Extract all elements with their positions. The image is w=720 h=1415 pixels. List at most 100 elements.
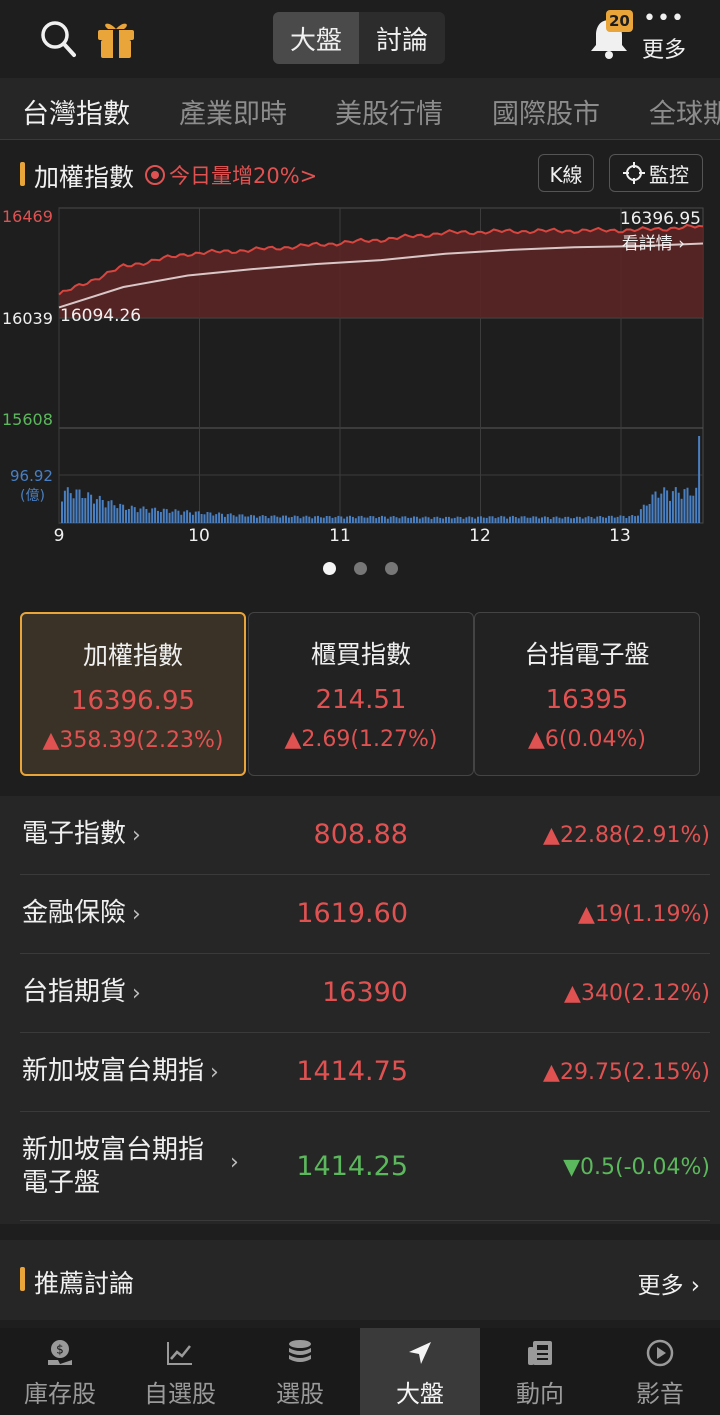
row-change: ▲29.75(2.15%)	[543, 1060, 710, 1085]
volume-bar	[258, 516, 261, 523]
list-item[interactable]: 新加坡富台期指 › 1414.75 ▲29.75(2.15%)	[0, 1033, 720, 1112]
kline-button[interactable]: K線	[538, 154, 594, 192]
row-value: 1414.25	[296, 1151, 408, 1182]
volume-bar	[302, 516, 305, 523]
page-dot[interactable]	[353, 562, 367, 575]
volume-bar	[174, 509, 177, 523]
volume-bar	[305, 515, 308, 523]
target-icon	[145, 165, 165, 185]
more-button[interactable]: ••• 更多	[638, 8, 690, 64]
volume-bar	[267, 518, 270, 523]
index-card-taiex[interactable]: 加權指數 16396.95 ▲358.39(2.23%)	[20, 612, 246, 776]
volume-bar	[351, 516, 354, 523]
chevron-right-icon: ›	[132, 823, 141, 848]
volume-bar	[549, 519, 552, 523]
tab-global-futures[interactable]: 全球期	[649, 92, 720, 131]
tab-industry-realtime[interactable]: 產業即時	[179, 92, 287, 131]
nav-videos[interactable]: 影音	[600, 1328, 720, 1415]
volume-bar	[279, 517, 282, 523]
nav-market[interactable]: 大盤	[360, 1328, 480, 1415]
recommend-more-link[interactable]: 更多 ›	[637, 1266, 700, 1300]
volume-bar	[285, 515, 287, 523]
volume-bar	[590, 517, 593, 523]
volume-bar	[235, 516, 238, 523]
navigation-arrow-icon	[409, 1342, 431, 1364]
list-item[interactable]: 台指期貨 › 16390 ▲340(2.12%)	[0, 954, 720, 1033]
index-card-otc[interactable]: 櫃買指數 214.51 ▲2.69(1.27%)	[248, 612, 474, 776]
view-detail-link[interactable]: 看詳情 ›	[622, 234, 685, 254]
volume-bar	[610, 515, 613, 523]
volume-bar	[381, 515, 383, 523]
search-icon[interactable]	[40, 20, 76, 58]
nav-label: 動向	[516, 1380, 564, 1408]
nav-stock-picker[interactable]: 選股	[240, 1328, 360, 1415]
x-tick-label: 11	[329, 526, 351, 546]
nav-watchlist[interactable]: 自選股	[120, 1328, 240, 1415]
volume-bar	[456, 516, 459, 523]
volume-bar	[360, 515, 363, 523]
chevron-right-icon: ›	[132, 902, 141, 927]
tab-taiwan-index[interactable]: 台灣指數	[22, 92, 130, 131]
volume-bar	[375, 518, 378, 523]
nav-label: 影音	[636, 1380, 684, 1408]
nav-portfolio[interactable]: $ 庫存股	[0, 1328, 120, 1415]
volume-bar	[328, 516, 331, 523]
index-card-electronic-futures[interactable]: 台指電子盤 16395 ▲6(0.04%)	[474, 612, 700, 776]
volume-bar	[578, 516, 581, 523]
volume-bar	[264, 516, 267, 523]
tab-international-markets[interactable]: 國際股市	[492, 92, 600, 131]
index-list: 電子指數 › 808.88 ▲22.88(2.91%) 金融保險 › 1619.60…	[0, 796, 720, 1224]
volume-bar	[567, 516, 570, 523]
volume-bar	[154, 507, 157, 523]
volume-increase-link[interactable]: 今日量增20%>	[145, 160, 317, 190]
volume-bar	[276, 516, 279, 523]
section-accent-bar	[20, 1267, 25, 1291]
volume-bar	[75, 489, 78, 523]
volume-bar	[189, 512, 191, 523]
chevron-right-icon: ›	[230, 1150, 239, 1175]
volume-bar	[532, 516, 535, 523]
row-name: 電子指數 ›	[22, 819, 141, 849]
volume-bar	[203, 514, 206, 523]
volume-bar	[570, 518, 573, 523]
volume-bar	[241, 514, 244, 523]
list-item[interactable]: 金融保險 › 1619.60 ▲19(1.19%)	[0, 875, 720, 954]
volume-bar	[404, 516, 407, 523]
card-name: 加權指數	[82, 641, 183, 670]
volume-bar	[657, 497, 660, 523]
volume-bar	[186, 510, 189, 523]
row-change: ▲19(1.19%)	[578, 902, 710, 927]
volume-bar	[145, 509, 148, 523]
page-dot[interactable]	[384, 562, 398, 575]
volume-bar	[628, 516, 631, 523]
page-dot[interactable]	[322, 562, 336, 575]
volume-bar	[314, 516, 317, 523]
segment-market-button[interactable]: 大盤	[273, 12, 359, 64]
volume-bar	[669, 500, 671, 523]
volume-bar	[415, 516, 418, 523]
list-item[interactable]: 電子指數 › 808.88 ▲22.88(2.91%)	[0, 796, 720, 875]
volume-bar	[386, 518, 389, 523]
volume-bar	[183, 511, 186, 523]
volume-bar	[631, 515, 634, 523]
monitor-button[interactable]: 監控	[609, 154, 703, 192]
index-intraday-chart[interactable]: 16469 16039 15608 16094.26 16396.95 看詳情 …	[0, 200, 720, 552]
volume-bar	[322, 517, 325, 523]
volume-bar	[439, 517, 442, 523]
volume-bar	[395, 517, 398, 523]
x-tick-label: 10	[188, 526, 210, 546]
volume-bar	[555, 516, 558, 523]
list-item[interactable]: 新加坡富台期指 電子盤 › 1414.25 ▼0.5(-0.04%)	[0, 1112, 720, 1222]
volume-bar	[215, 514, 218, 523]
volume-bar	[485, 517, 488, 523]
nav-news[interactable]: 動向	[480, 1328, 600, 1415]
volume-bar	[494, 518, 497, 523]
gift-icon[interactable]	[96, 18, 136, 60]
segment-discussion-button[interactable]: 討論	[359, 12, 445, 64]
volume-bar	[474, 518, 477, 523]
volume-bar	[122, 504, 125, 523]
volume-bar	[261, 515, 264, 523]
volume-bar	[119, 503, 122, 523]
volume-bar	[526, 517, 529, 523]
tab-us-stocks[interactable]: 美股行情	[335, 92, 443, 131]
